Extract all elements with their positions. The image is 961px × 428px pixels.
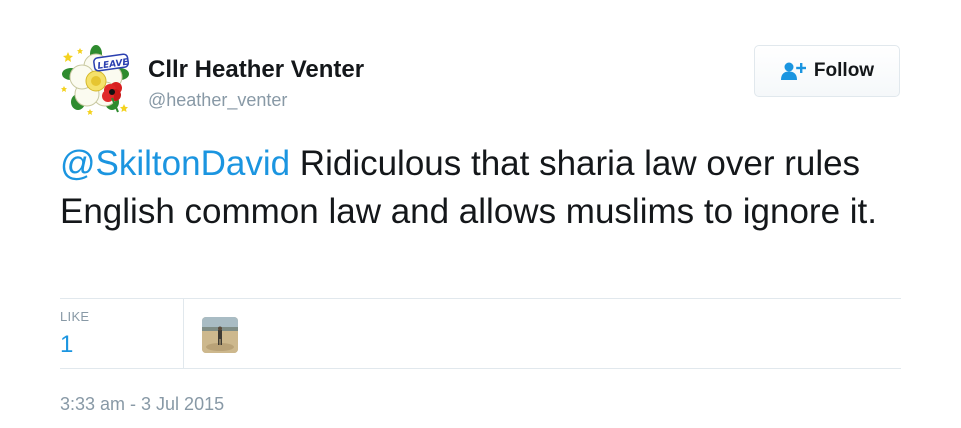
stats-divider-top bbox=[60, 298, 901, 299]
stats-separator bbox=[183, 299, 184, 368]
follow-button[interactable]: Follow bbox=[754, 45, 900, 97]
tweet-text: @SkiltonDavid Ridiculous that sharia law… bbox=[60, 140, 920, 236]
likes-label: LIKE bbox=[60, 309, 90, 324]
author-avatar[interactable]: LEAVE bbox=[60, 44, 132, 116]
author-display-name[interactable]: Cllr Heather Venter bbox=[148, 55, 364, 85]
tweet-card: LEAVE Cllr Heather Venter @heather_vente… bbox=[0, 0, 961, 428]
add-user-icon bbox=[780, 62, 806, 80]
author-handle[interactable]: @heather_venter bbox=[148, 88, 287, 112]
beach-photo-avatar-icon bbox=[202, 317, 238, 353]
yorkshire-rose-avatar-icon: LEAVE bbox=[60, 44, 132, 116]
liker-avatar[interactable] bbox=[202, 317, 238, 353]
mention-link[interactable]: @SkiltonDavid bbox=[60, 144, 290, 183]
tweet-timestamp[interactable]: 3:33 am - 3 Jul 2015 bbox=[60, 393, 224, 415]
stats-divider-bottom bbox=[60, 368, 901, 369]
likes-count-link[interactable]: 1 bbox=[60, 331, 73, 359]
follow-button-label: Follow bbox=[813, 60, 875, 81]
